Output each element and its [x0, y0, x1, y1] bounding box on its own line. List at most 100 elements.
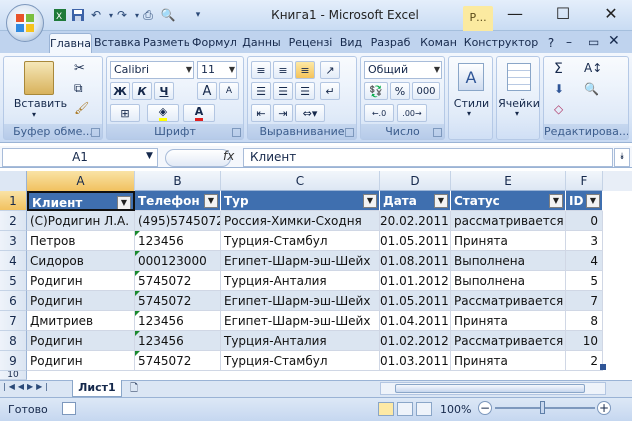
fill-down-icon[interactable]: ⬇ [554, 82, 564, 96]
table-cell[interactable]: 123456 [135, 311, 221, 331]
table-cell[interactable]: Выполнена [451, 251, 566, 271]
table-cell[interactable]: 5745072 [135, 291, 221, 311]
grow-font-button[interactable]: A [197, 82, 217, 100]
row-header[interactable]: 1 [0, 191, 27, 211]
customize-qat-icon[interactable]: ▾ [190, 7, 206, 23]
clipboard-launcher-icon[interactable] [91, 128, 100, 137]
autosum-button[interactable]: Σ [554, 61, 563, 77]
expand-formula-bar-icon[interactable]: ⯯ [614, 148, 630, 167]
align-bottom-button[interactable]: ≡ [295, 61, 315, 79]
tab-home[interactable]: Главна [49, 33, 92, 54]
sheet-tab-list1[interactable]: Лист1 [72, 380, 122, 397]
styles-button[interactable]: Стили [449, 97, 494, 110]
page-layout-view-icon[interactable] [397, 402, 413, 416]
table-cell[interactable]: 5 [566, 271, 603, 291]
styles-dropdown-icon[interactable]: ▾ [467, 109, 471, 118]
font-family-select[interactable]: Calibri ▼ [110, 61, 194, 79]
row-header[interactable]: 5 [0, 271, 27, 291]
table-cell[interactable]: 2 [566, 351, 603, 371]
column-header-b[interactable]: B [135, 171, 221, 191]
page-break-view-icon[interactable] [416, 402, 432, 416]
table-cell[interactable]: 000123000 [135, 251, 221, 271]
table-cell[interactable]: 01.05.2011 [380, 231, 451, 251]
table-cell[interactable]: 5745072 [135, 351, 221, 371]
align-right-button[interactable]: ☰ [295, 82, 315, 100]
table-cell[interactable]: Египет-Шарм-эш-Шейх [221, 311, 380, 331]
table-cell[interactable]: Принята [451, 351, 566, 371]
column-header-f[interactable]: F [566, 171, 603, 191]
table-cell[interactable]: 3 [566, 231, 603, 251]
column-header-a[interactable]: A [27, 171, 135, 191]
copy-icon[interactable]: ⧉ [74, 81, 83, 96]
office-button[interactable] [6, 4, 44, 42]
filter-dropdown-icon[interactable]: ▼ [117, 196, 131, 209]
font-launcher-icon[interactable] [232, 128, 241, 137]
row-header[interactable]: 8 [0, 331, 27, 351]
row-header[interactable]: 9 [0, 351, 27, 371]
align-middle-button[interactable]: ≡ [273, 61, 293, 79]
italic-button[interactable]: К [132, 82, 152, 100]
row-header[interactable]: 10 [0, 371, 27, 380]
save-icon[interactable] [70, 7, 86, 23]
ribbon-minimize-icon[interactable]: – [566, 35, 572, 49]
underline-button[interactable]: Ч [154, 82, 174, 100]
workbook-close-icon[interactable]: ✕ [608, 33, 620, 49]
align-top-button[interactable]: ≡ [251, 61, 271, 79]
currency-format-button[interactable]: 💱 [364, 82, 388, 100]
tab-review[interactable]: Рецензі [287, 33, 334, 53]
table-cell[interactable]: Египет-Шарм-эш-Шейх [221, 291, 380, 311]
clear-icon[interactable]: ◇ [554, 102, 563, 116]
shrink-font-button[interactable]: A [219, 82, 239, 100]
table-header-cell[interactable]: ID ▼ [566, 191, 603, 211]
tab-insert[interactable]: Вставка [94, 33, 140, 53]
ribbon-restore-icon[interactable]: ▭ [588, 35, 599, 49]
table-cell[interactable]: 0 [566, 211, 603, 231]
wrap-text-button[interactable]: ↵ [320, 82, 340, 100]
tab-data[interactable]: Данны [239, 33, 284, 53]
table-cell[interactable]: 8 [566, 311, 603, 331]
thousands-separator-button[interactable]: 000 [412, 82, 440, 100]
font-color-button[interactable]: A [183, 104, 215, 122]
name-box[interactable]: A1 [2, 148, 158, 167]
tab-developer[interactable]: Разраб [368, 33, 413, 53]
table-cell[interactable]: Выполнена [451, 271, 566, 291]
scrollbar-thumb[interactable] [395, 384, 585, 393]
table-cell[interactable]: Петров [27, 231, 135, 251]
undo-icon[interactable]: ↶ [88, 7, 104, 23]
select-all-corner[interactable] [0, 171, 27, 191]
table-cell[interactable]: Дмитриев [27, 311, 135, 331]
macro-record-icon[interactable] [62, 402, 76, 415]
find-select-icon[interactable]: 🔍 [584, 82, 599, 96]
bold-button[interactable]: Ж [110, 82, 130, 100]
row-header[interactable]: 2 [0, 211, 27, 231]
align-left-button[interactable]: ☰ [251, 82, 271, 100]
column-header-d[interactable]: D [380, 171, 451, 191]
table-cell[interactable]: 5745072 [135, 271, 221, 291]
filter-dropdown-icon[interactable]: ▼ [586, 194, 600, 208]
filter-dropdown-icon[interactable]: ▼ [434, 194, 448, 208]
table-resize-handle[interactable] [600, 364, 606, 370]
tab-team[interactable]: Коман [416, 33, 461, 53]
table-header-cell[interactable]: Клиент ▼ [27, 191, 135, 211]
normal-view-icon[interactable] [378, 402, 394, 416]
column-header-c[interactable]: C [221, 171, 380, 191]
borders-button[interactable]: ⊞ [110, 104, 140, 122]
zoom-out-icon[interactable]: − [478, 401, 492, 415]
tab-view[interactable]: Вид [337, 33, 365, 53]
cells-dropdown-icon[interactable]: ▾ [515, 109, 519, 118]
paste-button[interactable]: Вставить [8, 97, 73, 110]
table-cell[interactable]: Египет-Шарм-эш-Шейх [221, 251, 380, 271]
table-cell[interactable]: Турция-Стамбул [221, 351, 380, 371]
table-cell[interactable]: 01.01.2012 [380, 271, 451, 291]
close-button[interactable]: ✕ [596, 3, 626, 25]
table-cell[interactable]: 10 [566, 331, 603, 351]
table-cell[interactable]: 01.08.2011 [380, 251, 451, 271]
tab-design[interactable]: Конструктор [463, 33, 539, 53]
redo-icon[interactable]: ↷ [114, 7, 130, 23]
decrease-decimal-button[interactable]: .00→ [397, 104, 427, 122]
restore-button[interactable]: ☐ [548, 3, 578, 25]
zoom-in-icon[interactable]: + [597, 401, 611, 415]
zoom-level[interactable]: 100% [440, 403, 471, 416]
paste-dropdown-icon[interactable]: ▾ [32, 110, 36, 119]
number-format-select[interactable]: Общий ▼ [364, 61, 442, 79]
